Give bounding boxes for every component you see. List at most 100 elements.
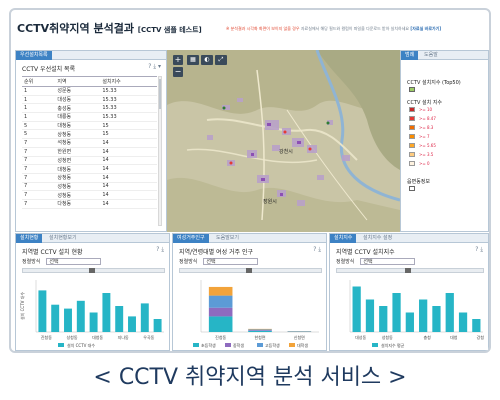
map-label-city: 강천시 xyxy=(279,149,293,155)
legend-label: >= 10 xyxy=(419,107,433,112)
subtitle-text: [CCTV 샘플 테스트] xyxy=(137,26,202,34)
table-cell: 성청동 xyxy=(55,190,101,200)
table-cell: 14 xyxy=(100,156,157,166)
x-tick-label: 한청면 xyxy=(254,334,265,340)
tab-female-population[interactable]: 여성거주인구 xyxy=(173,234,209,243)
cctv-status-chart: 진청동 성청동 대청동 지나동 우곡동설치 CCTV 대수설치 CCTV 대수 xyxy=(19,280,164,348)
sort-select[interactable]: 선택 xyxy=(203,258,259,265)
range-slider[interactable] xyxy=(336,268,484,273)
help-icon[interactable]: ? xyxy=(156,246,159,253)
scrollbar[interactable] xyxy=(158,76,162,226)
legend-swatch xyxy=(409,161,415,166)
sort-select[interactable]: 선택 xyxy=(46,258,102,265)
chart-bar xyxy=(51,304,60,332)
map-view[interactable]: + − ▦ ◐ ⤢ 강천시 장원시 xyxy=(167,50,400,232)
x-tick-label: 강청 xyxy=(477,334,485,340)
download-icon[interactable]: ⤓ xyxy=(161,246,164,253)
column-header[interactable]: 설치지수 xyxy=(100,76,157,87)
table-row[interactable]: 1 대성동 15.33 xyxy=(22,95,157,105)
legend-swatch xyxy=(225,343,231,347)
table-row[interactable]: 7 대청동 14 xyxy=(22,164,157,174)
legend-panel: 범례 도움말 CCTV 설치지수 (Top50) CCTV 설치 지수 >= 1… xyxy=(400,50,489,232)
slider-handle[interactable] xyxy=(246,268,252,273)
tab-priority-list[interactable]: 우선설치목록 xyxy=(16,51,52,60)
tab-install-status-view[interactable]: 설치현황보기 xyxy=(46,234,80,243)
panel-title: 지역별 CCTV 설치지수 xyxy=(336,249,395,256)
chart-bar xyxy=(76,300,85,332)
range-slider[interactable] xyxy=(179,268,322,273)
table-row[interactable]: 5 대청동 15 xyxy=(22,121,157,131)
panel-title: 지역별 CCTV 설치 현황 xyxy=(22,249,83,256)
slider-handle[interactable] xyxy=(405,268,411,273)
table-cell: 석청동 xyxy=(55,138,101,148)
table-row[interactable]: 1 대룡동 15.33 xyxy=(22,112,157,122)
table-row[interactable]: 7 한원면 14 xyxy=(22,147,157,157)
table-row[interactable]: 7 다청동 14 xyxy=(22,199,157,209)
download-icon[interactable]: ⤓ xyxy=(153,63,156,70)
page-header: CCTV취약지역 분석결과 [CCTV 샘플 테스트] ※ 분석결과 시각화 화… xyxy=(11,10,489,50)
menu-icon[interactable]: ▾ xyxy=(158,63,161,70)
help-icon[interactable]: ? xyxy=(148,63,151,70)
legend-swatch xyxy=(409,107,415,112)
download-icon[interactable]: ⤓ xyxy=(480,246,483,253)
table-cell: 상청동 xyxy=(55,129,101,140)
tab-help-view[interactable]: 도움말보기 xyxy=(213,234,242,243)
help-icon[interactable]: ? xyxy=(313,246,316,253)
map-canvas[interactable] xyxy=(167,50,400,232)
legend-label: 초등학생 xyxy=(201,342,216,348)
table-cell: 1 xyxy=(22,112,56,122)
chart-bar-segment xyxy=(208,307,233,317)
scroll-thumb[interactable] xyxy=(159,79,161,109)
sort-select[interactable]: 선택 xyxy=(360,258,416,265)
archive-link[interactable]: [자료실 바로가기] xyxy=(410,26,441,31)
legend-label: 고등학생 xyxy=(265,342,280,348)
zoom-out-button[interactable]: − xyxy=(173,67,183,77)
table-row[interactable]: 7 성청동 14 xyxy=(22,182,157,192)
tab-install-index[interactable]: 설치지수 xyxy=(330,234,357,243)
panel-title: 지역/연령대별 여성 거주 인구 xyxy=(179,249,253,256)
table-row[interactable]: 7 상청동 14 xyxy=(22,173,157,183)
zoom-in-button[interactable]: + xyxy=(173,55,183,65)
chart-bar xyxy=(458,312,468,332)
legend-swatch xyxy=(409,116,415,121)
install-index-panel: 설치지수 설치지수 설정 지역별 CCTV 설치지수 ? ⤓ 정렬방식 선택 대성… xyxy=(329,233,489,351)
priority-list-panel: 우선설치목록 CCTV 우선설치 목록 ? ⤓ ▾ 순위 지역 설치지수 1 성문동 1… xyxy=(15,50,167,232)
table-cell: 7 xyxy=(22,156,56,166)
priority-table: 순위 지역 설치지수 1 성문동 15.33 1 대성동 15.33 1 충성동 15.33 1 대룡동… xyxy=(22,76,157,209)
table-row[interactable]: 7 성청면 14 xyxy=(22,156,157,166)
tab-help[interactable]: 도움말 xyxy=(421,51,441,60)
table-row[interactable]: 1 성문동 15.33 xyxy=(22,86,157,96)
table-row[interactable]: 5 상청동 15 xyxy=(22,129,157,140)
chart-bar xyxy=(445,293,454,332)
sort-row: 정렬방식 선택 xyxy=(22,258,102,265)
fullscreen-icon[interactable]: ⤢ xyxy=(215,55,227,65)
tab-legend[interactable]: 범례 xyxy=(401,51,419,60)
legend-label: >= 5.65 xyxy=(419,143,436,148)
x-tick-label: 진청동 xyxy=(41,334,52,340)
table-cell: 14 xyxy=(100,164,157,174)
table-cell: 14 xyxy=(100,199,157,209)
table-row[interactable]: 7 성청동 14 xyxy=(22,190,157,200)
table-cell: 7 xyxy=(22,138,56,148)
table-cell: 성문동 xyxy=(55,86,101,96)
table-cell: 15 xyxy=(100,129,157,140)
x-tick-label: 대성동 xyxy=(355,334,366,340)
help-icon[interactable]: ? xyxy=(475,246,478,253)
chart-bar-segment xyxy=(248,329,272,331)
table-row[interactable]: 1 충성동 15.33 xyxy=(22,103,157,114)
download-icon[interactable]: ⤓ xyxy=(318,246,321,253)
column-header[interactable]: 순위 xyxy=(22,76,56,87)
chart-bar xyxy=(38,290,47,332)
chart-bar xyxy=(365,299,375,332)
legend-swatch xyxy=(193,343,199,347)
map-type-icon[interactable]: ◐ xyxy=(201,55,213,65)
tab-install-index-settings[interactable]: 설치지수 설정 xyxy=(360,234,395,243)
legend-swatch xyxy=(409,143,415,148)
slider-handle[interactable] xyxy=(89,268,95,273)
table-cell: 15.33 xyxy=(100,103,157,114)
tab-install-status[interactable]: 설치현황 xyxy=(16,234,43,243)
column-header[interactable]: 지역 xyxy=(55,76,101,87)
layers-icon[interactable]: ▦ xyxy=(187,55,199,65)
table-row[interactable]: 7 석청동 14 xyxy=(22,138,157,148)
range-slider[interactable] xyxy=(22,268,165,273)
